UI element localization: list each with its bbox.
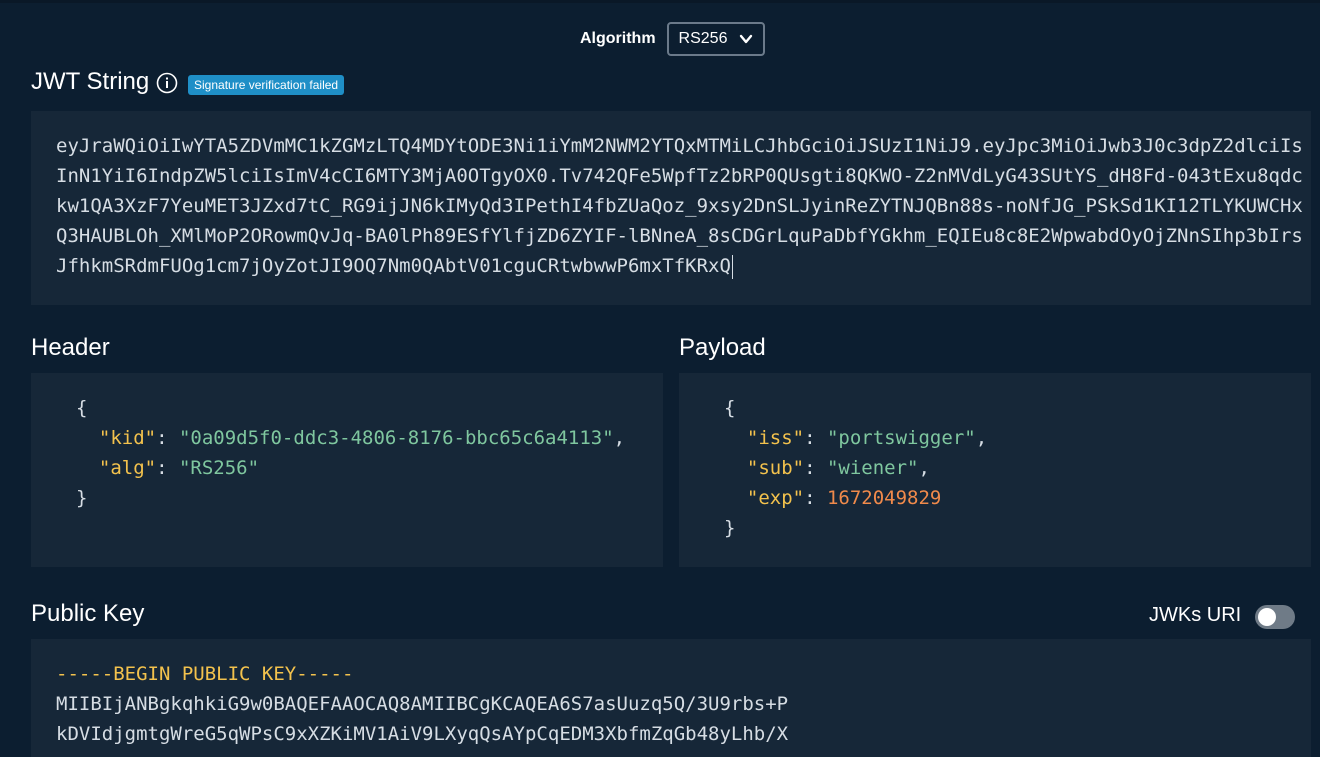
json-key: "sub": [746, 457, 805, 479]
json-line: "iss": "portswigger",: [746, 427, 988, 449]
json-string: "wiener": [826, 457, 919, 479]
header-json: { "kid": "0a09d5f0-ddc3-4806-8176-bbc65c…: [76, 393, 625, 513]
chevron-down-icon: [739, 34, 752, 44]
json-key: "iss": [746, 427, 805, 449]
jwks-uri-toggle[interactable]: [1255, 605, 1295, 629]
json-line: "exp": 1672049829: [746, 487, 942, 509]
json-key: "exp": [746, 487, 805, 509]
json-key: "kid": [98, 427, 157, 449]
payload-title: Payload: [679, 334, 766, 361]
json-line: "kid": "0a09d5f0-ddc3-4806-8176-bbc65c6a…: [98, 427, 626, 449]
json-line: "sub": "wiener",: [746, 457, 930, 479]
json-number: 1672049829: [826, 487, 942, 509]
jwt-editor: Algorithm RS256 JWT String Signature ver…: [0, 0, 1320, 757]
json-line: {: [724, 397, 736, 419]
key-line: MIIBIjANBgkqhkiG9w0BAQEFAAOCAQ8AMIIBCgKC…: [56, 693, 789, 715]
key-line: kDVIdjgmtgWreG5qWPsC9xXZKiMV1AiV9LXyqQsA…: [56, 723, 789, 745]
jwks-uri-label: JWKs URI: [1149, 604, 1242, 626]
jwt-string-panel[interactable]: eyJraWQiOiIwYTA5ZDVmMC1kZGMzLTQ4MDYtODE3…: [31, 111, 1311, 305]
payload-json: { "iss": "portswigger", "sub": "wiener",…: [724, 393, 987, 543]
info-icon[interactable]: [156, 72, 178, 94]
header-panel[interactable]: { "kid": "0a09d5f0-ddc3-4806-8176-bbc65c…: [31, 373, 663, 567]
jwt-token-text[interactable]: eyJraWQiOiIwYTA5ZDVmMC1kZGMzLTQ4MDYtODE3…: [56, 131, 1306, 281]
json-line: "alg": "RS256": [98, 457, 260, 479]
top-strip: [0, 0, 1320, 3]
algorithm-selected-value: RS256: [678, 30, 728, 47]
jwt-token-value: eyJraWQiOiIwYTA5ZDVmMC1kZGMzLTQ4MDYtODE3…: [56, 135, 1303, 277]
public-key-panel[interactable]: -----BEGIN PUBLIC KEY----- MIIBIjANBgkqhk…: [31, 639, 1311, 757]
header-title: Header: [31, 334, 110, 361]
algorithm-row: Algorithm RS256: [580, 22, 765, 56]
public-key-title: Public Key: [31, 600, 145, 627]
json-string: "portswigger": [826, 427, 976, 449]
json-line: }: [724, 517, 736, 539]
json-string: "RS256": [178, 457, 260, 479]
json-key: "alg": [98, 457, 157, 479]
json-string: "0a09d5f0-ddc3-4806-8176-bbc65c6a4113": [178, 427, 614, 449]
public-key-text[interactable]: -----BEGIN PUBLIC KEY----- MIIBIjANBgkqhk…: [56, 659, 788, 749]
json-line: {: [76, 397, 88, 419]
signature-status-badge: Signature verification failed: [188, 75, 345, 95]
algorithm-select[interactable]: RS256: [666, 22, 765, 56]
json-line: }: [76, 487, 88, 509]
toggle-knob: [1258, 608, 1276, 626]
payload-panel[interactable]: { "iss": "portswigger", "sub": "wiener",…: [679, 373, 1311, 567]
algorithm-label: Algorithm: [580, 30, 656, 47]
text-caret: [731, 254, 733, 279]
key-begin-line: -----BEGIN PUBLIC KEY-----: [56, 663, 354, 685]
jwt-string-title: JWT String: [31, 68, 150, 95]
